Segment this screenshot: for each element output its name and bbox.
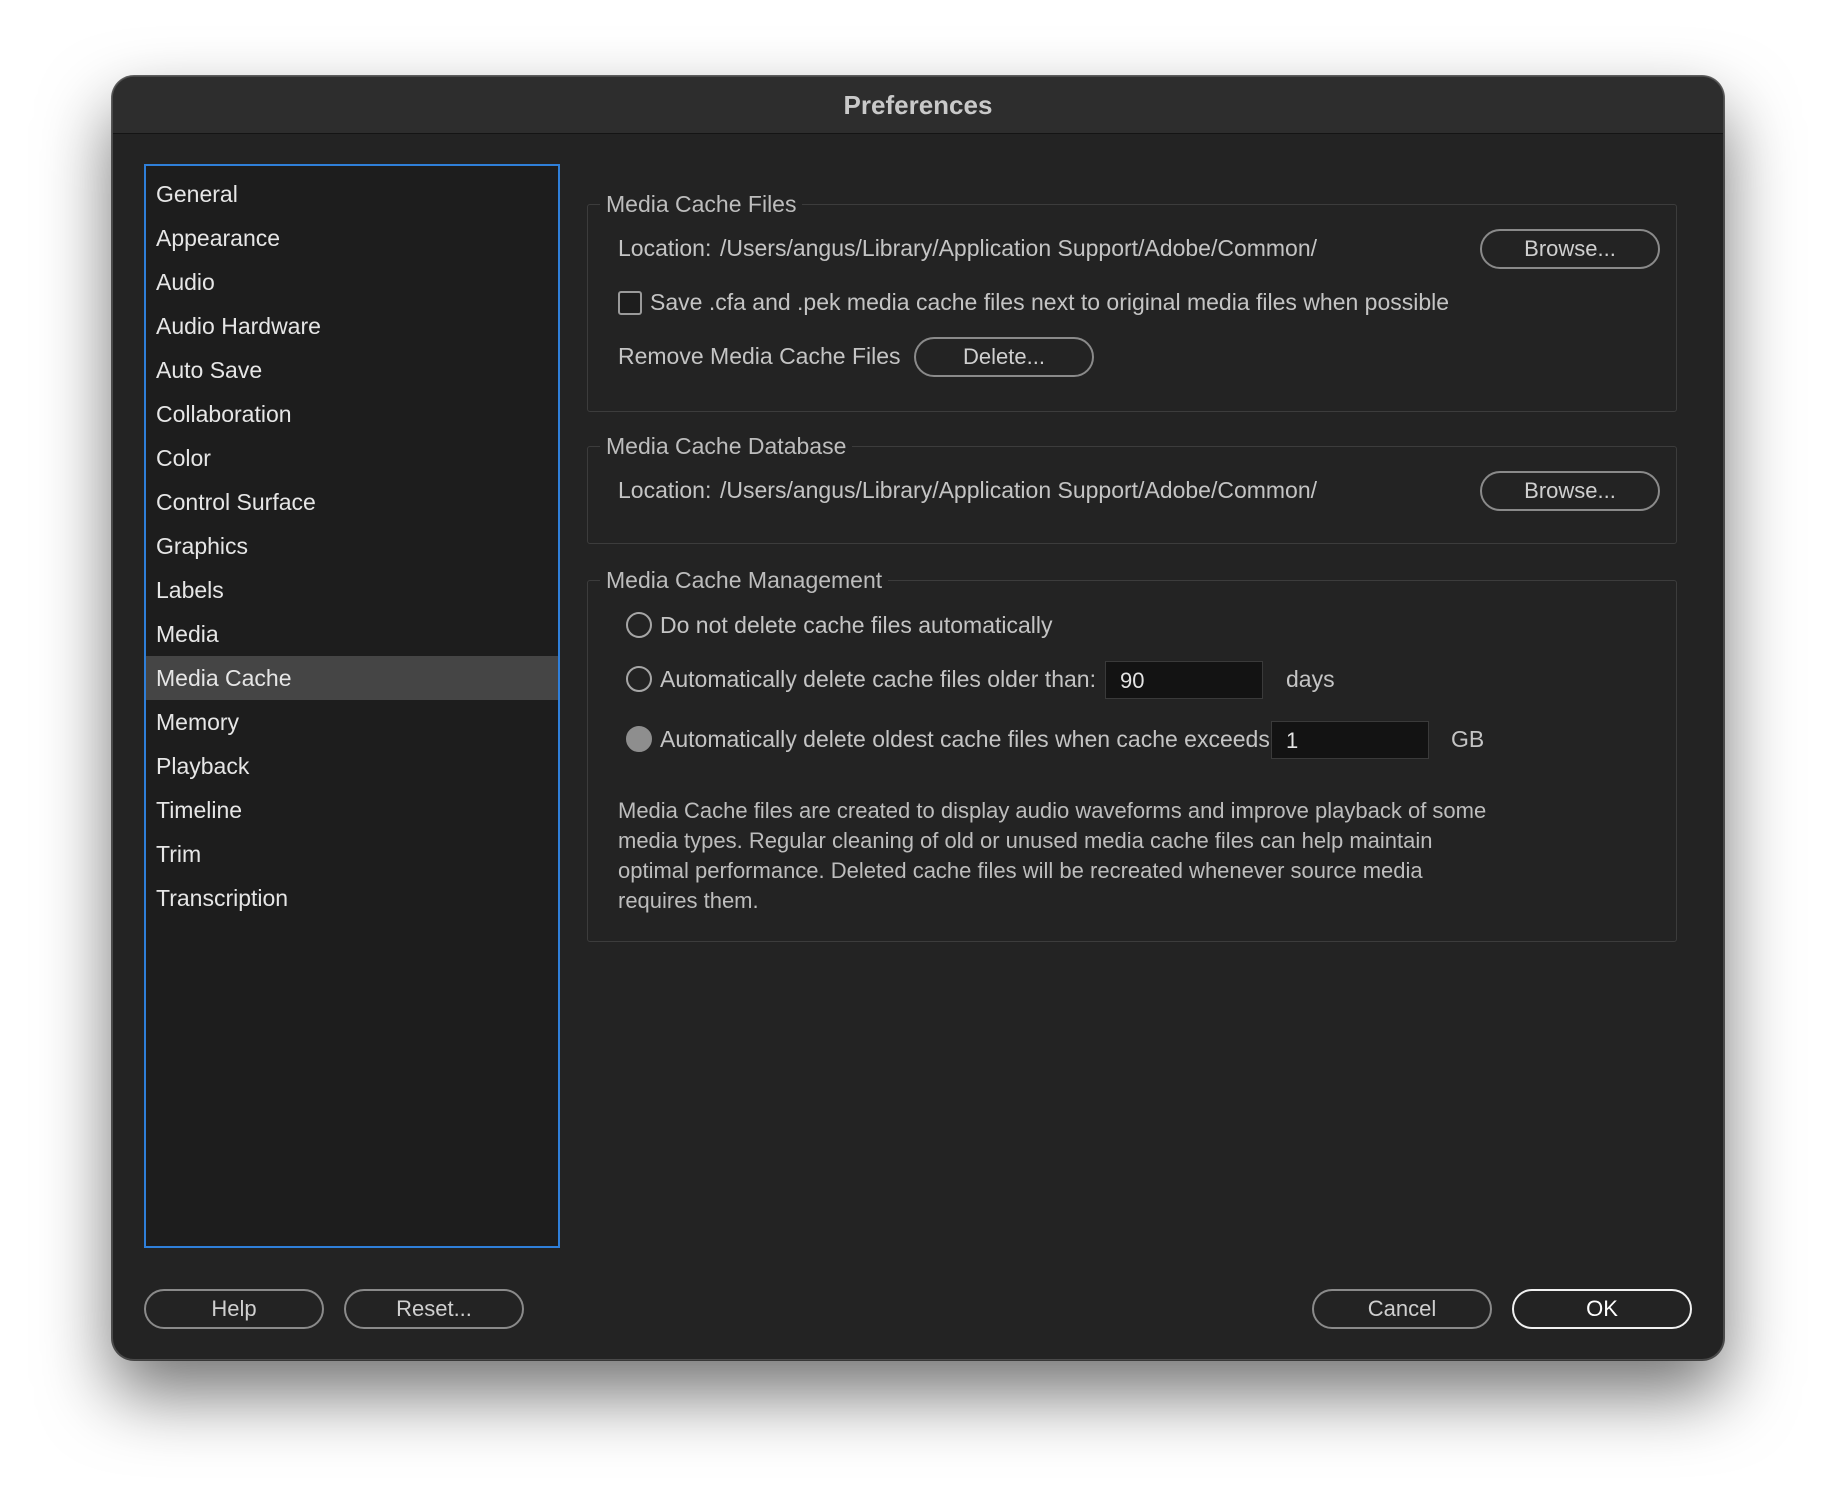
exceeds-label: Automatically delete oldest cache files … [660, 726, 1277, 752]
category-item-auto-save[interactable]: Auto Save [146, 348, 558, 392]
database-browse-button[interactable]: Browse... [1480, 471, 1660, 511]
preferences-dialog: Preferences General Appearance Audio Aud… [112, 76, 1724, 1360]
older-than-days-input[interactable]: 90 [1105, 661, 1263, 699]
category-item-media[interactable]: Media [146, 612, 558, 656]
files-location-path: /Users/angus/Library/Application Support… [720, 235, 1318, 261]
category-item-general[interactable]: General [146, 172, 558, 216]
media-cache-database-group: Media Cache Database Location: /Users/an… [587, 431, 1677, 544]
category-item-color[interactable]: Color [146, 436, 558, 480]
no-delete-label: Do not delete cache files automatically [660, 612, 1053, 638]
delete-cache-button[interactable]: Delete... [914, 337, 1094, 377]
days-unit-label: days [1286, 666, 1335, 692]
save-next-to-media-label: Save .cfa and .pek media cache files nex… [650, 289, 1450, 315]
older-than-radio[interactable] [626, 666, 652, 692]
category-list[interactable]: General Appearance Audio Audio Hardware … [144, 164, 560, 1248]
window-title: Preferences [843, 89, 993, 120]
cancel-button[interactable]: Cancel [1312, 1289, 1492, 1329]
category-item-graphics[interactable]: Graphics [146, 524, 558, 568]
files-browse-button[interactable]: Browse... [1480, 229, 1660, 269]
category-item-collaboration[interactable]: Collaboration [146, 392, 558, 436]
gb-unit-label: GB [1451, 726, 1485, 752]
exceeds-size-input[interactable]: 1 [1271, 721, 1429, 759]
media-cache-files-group: Media Cache Files Location: /Users/angus… [587, 189, 1677, 412]
category-item-audio-hardware[interactable]: Audio Hardware [146, 304, 558, 348]
ok-button[interactable]: OK [1512, 1289, 1692, 1329]
no-delete-radio[interactable] [626, 612, 652, 638]
exceeds-radio[interactable] [626, 726, 652, 752]
category-item-transcription[interactable]: Transcription [146, 876, 558, 920]
category-item-appearance[interactable]: Appearance [146, 216, 558, 260]
database-location-path: /Users/angus/Library/Application Support… [720, 477, 1318, 503]
reset-button[interactable]: Reset... [344, 1289, 524, 1329]
category-item-trim[interactable]: Trim [146, 832, 558, 876]
files-location-label: Location: [618, 235, 712, 261]
category-item-media-cache[interactable]: Media Cache [146, 656, 558, 700]
remove-cache-files-label: Remove Media Cache Files [618, 343, 901, 369]
category-item-labels[interactable]: Labels [146, 568, 558, 612]
media-cache-database-title: Media Cache Database [600, 431, 853, 461]
media-cache-files-title: Media Cache Files [600, 189, 803, 219]
category-item-audio[interactable]: Audio [146, 260, 558, 304]
media-cache-management-group: Media Cache Management Do not delete cac… [587, 565, 1677, 942]
database-location-label: Location: [618, 477, 712, 503]
help-button[interactable]: Help [144, 1289, 324, 1329]
title-bar[interactable]: Preferences [113, 77, 1723, 134]
category-item-timeline[interactable]: Timeline [146, 788, 558, 832]
category-item-memory[interactable]: Memory [146, 700, 558, 744]
older-than-label: Automatically delete cache files older t… [660, 666, 1096, 692]
save-next-to-media-checkbox[interactable] [618, 291, 642, 315]
media-cache-management-title: Media Cache Management [600, 565, 889, 595]
category-item-playback[interactable]: Playback [146, 744, 558, 788]
cache-description: Media Cache files are created to display… [618, 798, 1487, 913]
category-item-control-surface[interactable]: Control Surface [146, 480, 558, 524]
